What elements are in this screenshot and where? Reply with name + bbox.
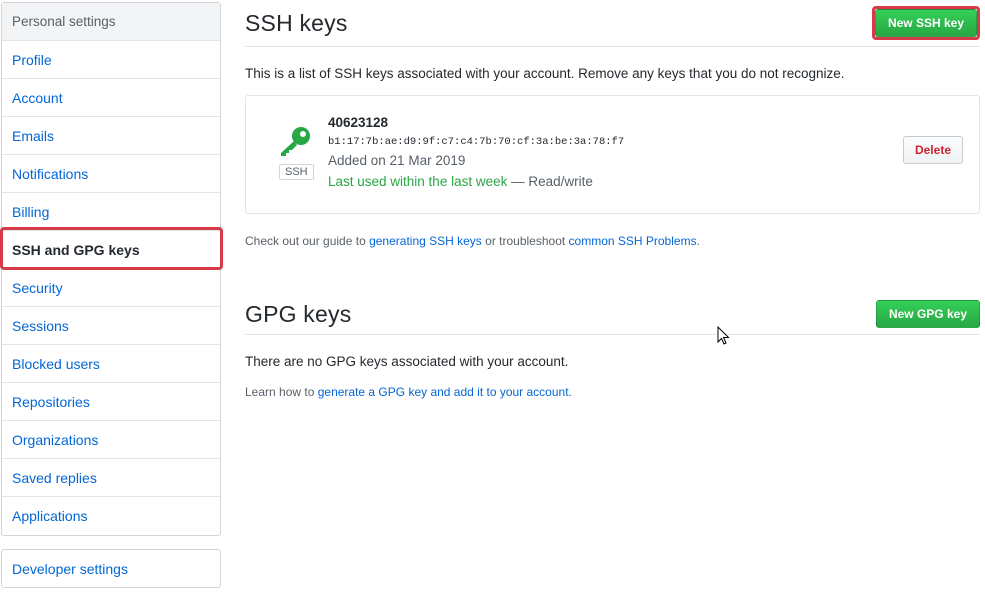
- sidebar-item-organizations[interactable]: Organizations: [2, 421, 220, 459]
- sidebar-item-billing[interactable]: Billing: [2, 193, 220, 231]
- ssh-type-badge: SSH: [279, 164, 314, 180]
- gpg-note-suffix: .: [568, 385, 572, 399]
- ssh-note-prefix: Check out our guide to: [245, 234, 370, 248]
- ssh-keys-header: SSH keys New SSH key: [245, 0, 980, 47]
- sidebar-item-security[interactable]: Security: [2, 269, 220, 307]
- ssh-note-middle: or troubleshoot: [481, 234, 569, 248]
- sidebar-item-blocked-users[interactable]: Blocked users: [2, 345, 220, 383]
- gpg-keys-section: GPG keys New GPG key There are no GPG ke…: [245, 294, 980, 399]
- mouse-cursor-icon: [717, 326, 730, 345]
- main-content: SSH keys New SSH key This is a list of S…: [245, 0, 980, 399]
- new-ssh-key-highlight: New SSH key: [871, 6, 980, 40]
- ssh-keys-title: SSH keys: [245, 9, 348, 36]
- generating-ssh-keys-link[interactable]: generating SSH keys: [369, 234, 482, 248]
- ssh-key-fingerprint: b1:17:7b:ae:d9:9f:c7:c4:7b:70:cf:3a:be:3…: [328, 136, 625, 148]
- gpg-keys-title: GPG keys: [245, 300, 352, 327]
- delete-ssh-key-button[interactable]: Delete: [902, 136, 963, 164]
- new-gpg-key-button[interactable]: New GPG key: [875, 300, 980, 328]
- ssh-note-suffix: .: [696, 234, 700, 248]
- sidebar-item-repositories[interactable]: Repositories: [2, 383, 220, 421]
- sidebar-header: Personal settings: [2, 3, 220, 41]
- sidebar-item-developer-settings[interactable]: Developer settings: [2, 550, 220, 587]
- gpg-keys-description: There are no GPG keys associated with yo…: [245, 354, 569, 369]
- sidebar-item-ssh-gpg-keys[interactable]: SSH and GPG keys: [1, 231, 220, 269]
- sidebar-item-saved-replies[interactable]: Saved replies: [2, 459, 220, 497]
- common-ssh-problems-link[interactable]: common SSH Problems: [569, 234, 697, 248]
- gpg-guide-note: Learn how to generate a GPG key and add …: [245, 385, 980, 399]
- sidebar-item-sessions[interactable]: Sessions: [2, 307, 220, 345]
- ssh-key-details: 40623128 b1:17:7b:ae:d9:9f:c7:c4:7b:70:c…: [328, 115, 624, 189]
- sidebar-item-applications[interactable]: Applications: [2, 497, 220, 535]
- sidebar-item-profile[interactable]: Profile: [2, 41, 220, 79]
- ssh-guide-note: Check out our guide to generating SSH ke…: [245, 234, 980, 248]
- ssh-key-last-used: Last used within the last week: [328, 174, 508, 189]
- ssh-keys-section: SSH keys New SSH key This is a list of S…: [245, 0, 980, 248]
- ssh-key-access: — Read/write: [507, 174, 593, 189]
- sidebar-item-notifications[interactable]: Notifications: [2, 155, 220, 193]
- developer-sidebar: Developer settings: [1, 549, 221, 588]
- generate-gpg-key-link[interactable]: generate a GPG key and add it to your ac…: [318, 385, 569, 399]
- sidebar-item-account[interactable]: Account: [2, 79, 220, 117]
- ssh-key-item: SSH 40623128 b1:17:7b:ae:d9:9f:c7:c4:7b:…: [245, 95, 980, 214]
- ssh-key-title: 40623128: [328, 115, 389, 130]
- settings-sidebar: Personal settings Profile Account Emails…: [1, 2, 221, 536]
- ssh-key-usage: Last used within the last week — Read/wr…: [328, 174, 624, 189]
- ssh-keys-description: This is a list of SSH keys associated wi…: [245, 66, 845, 81]
- sidebar-item-emails[interactable]: Emails: [2, 117, 220, 155]
- key-icon: [278, 126, 312, 159]
- gpg-note-prefix: Learn how to: [245, 385, 318, 399]
- gpg-keys-header: GPG keys New GPG key: [245, 294, 980, 335]
- ssh-key-added-date: Added on 21 Mar 2019: [328, 153, 466, 168]
- new-ssh-key-button[interactable]: New SSH key: [874, 9, 977, 37]
